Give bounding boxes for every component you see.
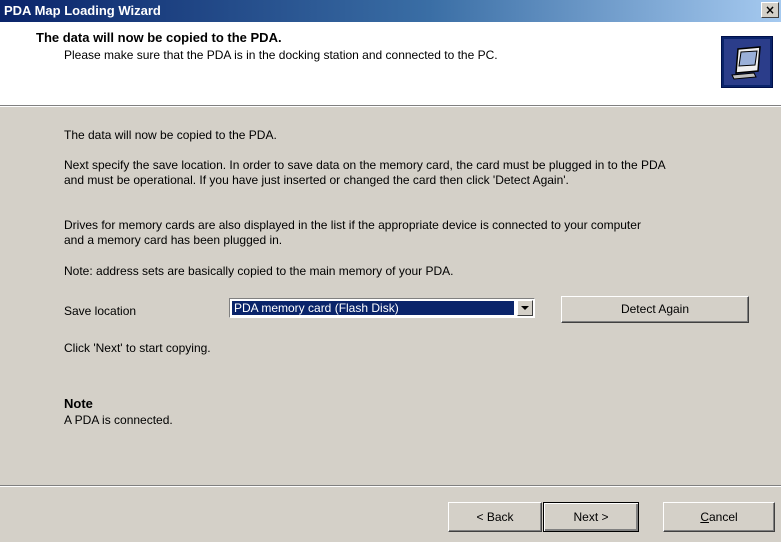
save-instructions-line2: and must be operational. If you have jus…	[64, 173, 569, 187]
title-bar: PDA Map Loading Wizard ×	[0, 0, 781, 22]
back-button[interactable]: < Back	[448, 502, 542, 532]
save-location-value: PDA memory card (Flash Disk)	[232, 301, 514, 315]
save-instructions-line1: Next specify the save location. In order…	[64, 158, 666, 172]
memory-card-info-line1: Drives for memory cards are also display…	[64, 218, 641, 232]
save-location-label: Save location	[64, 304, 137, 318]
next-button[interactable]: Next >	[543, 502, 639, 532]
click-next-text: Click 'Next' to start copying.	[64, 341, 211, 355]
note-title: Note	[64, 396, 93, 411]
chevron-down-icon[interactable]	[517, 300, 533, 316]
pda-icon	[721, 36, 773, 88]
note-text: A PDA is connected.	[64, 413, 173, 427]
header-subtitle: Please make sure that the PDA is in the …	[64, 48, 498, 62]
cancel-mnemonic: C	[700, 510, 709, 524]
header-title: The data will now be copied to the PDA.	[36, 30, 282, 45]
wizard-header: The data will now be copied to the PDA. …	[0, 22, 781, 105]
back-label: < Back	[476, 510, 514, 524]
detect-again-button[interactable]: Detect Again	[561, 296, 749, 323]
save-location-dropdown[interactable]: PDA memory card (Flash Disk)	[229, 298, 535, 318]
cancel-label: Cancel	[700, 510, 737, 524]
intro-text: The data will now be copied to the PDA.	[64, 128, 277, 142]
memory-card-info-line2: and a memory card has been plugged in.	[64, 233, 283, 247]
footer-divider	[0, 485, 781, 487]
close-icon[interactable]: ×	[761, 2, 779, 18]
address-sets-note: Note: address sets are basically copied …	[64, 264, 454, 278]
cancel-label-rest: ancel	[708, 510, 738, 524]
cancel-button[interactable]: Cancel	[663, 502, 775, 532]
next-label: Next >	[573, 510, 609, 524]
detect-again-label: Detect Again	[620, 302, 690, 316]
header-divider	[0, 105, 781, 107]
window-title: PDA Map Loading Wizard	[4, 3, 161, 18]
